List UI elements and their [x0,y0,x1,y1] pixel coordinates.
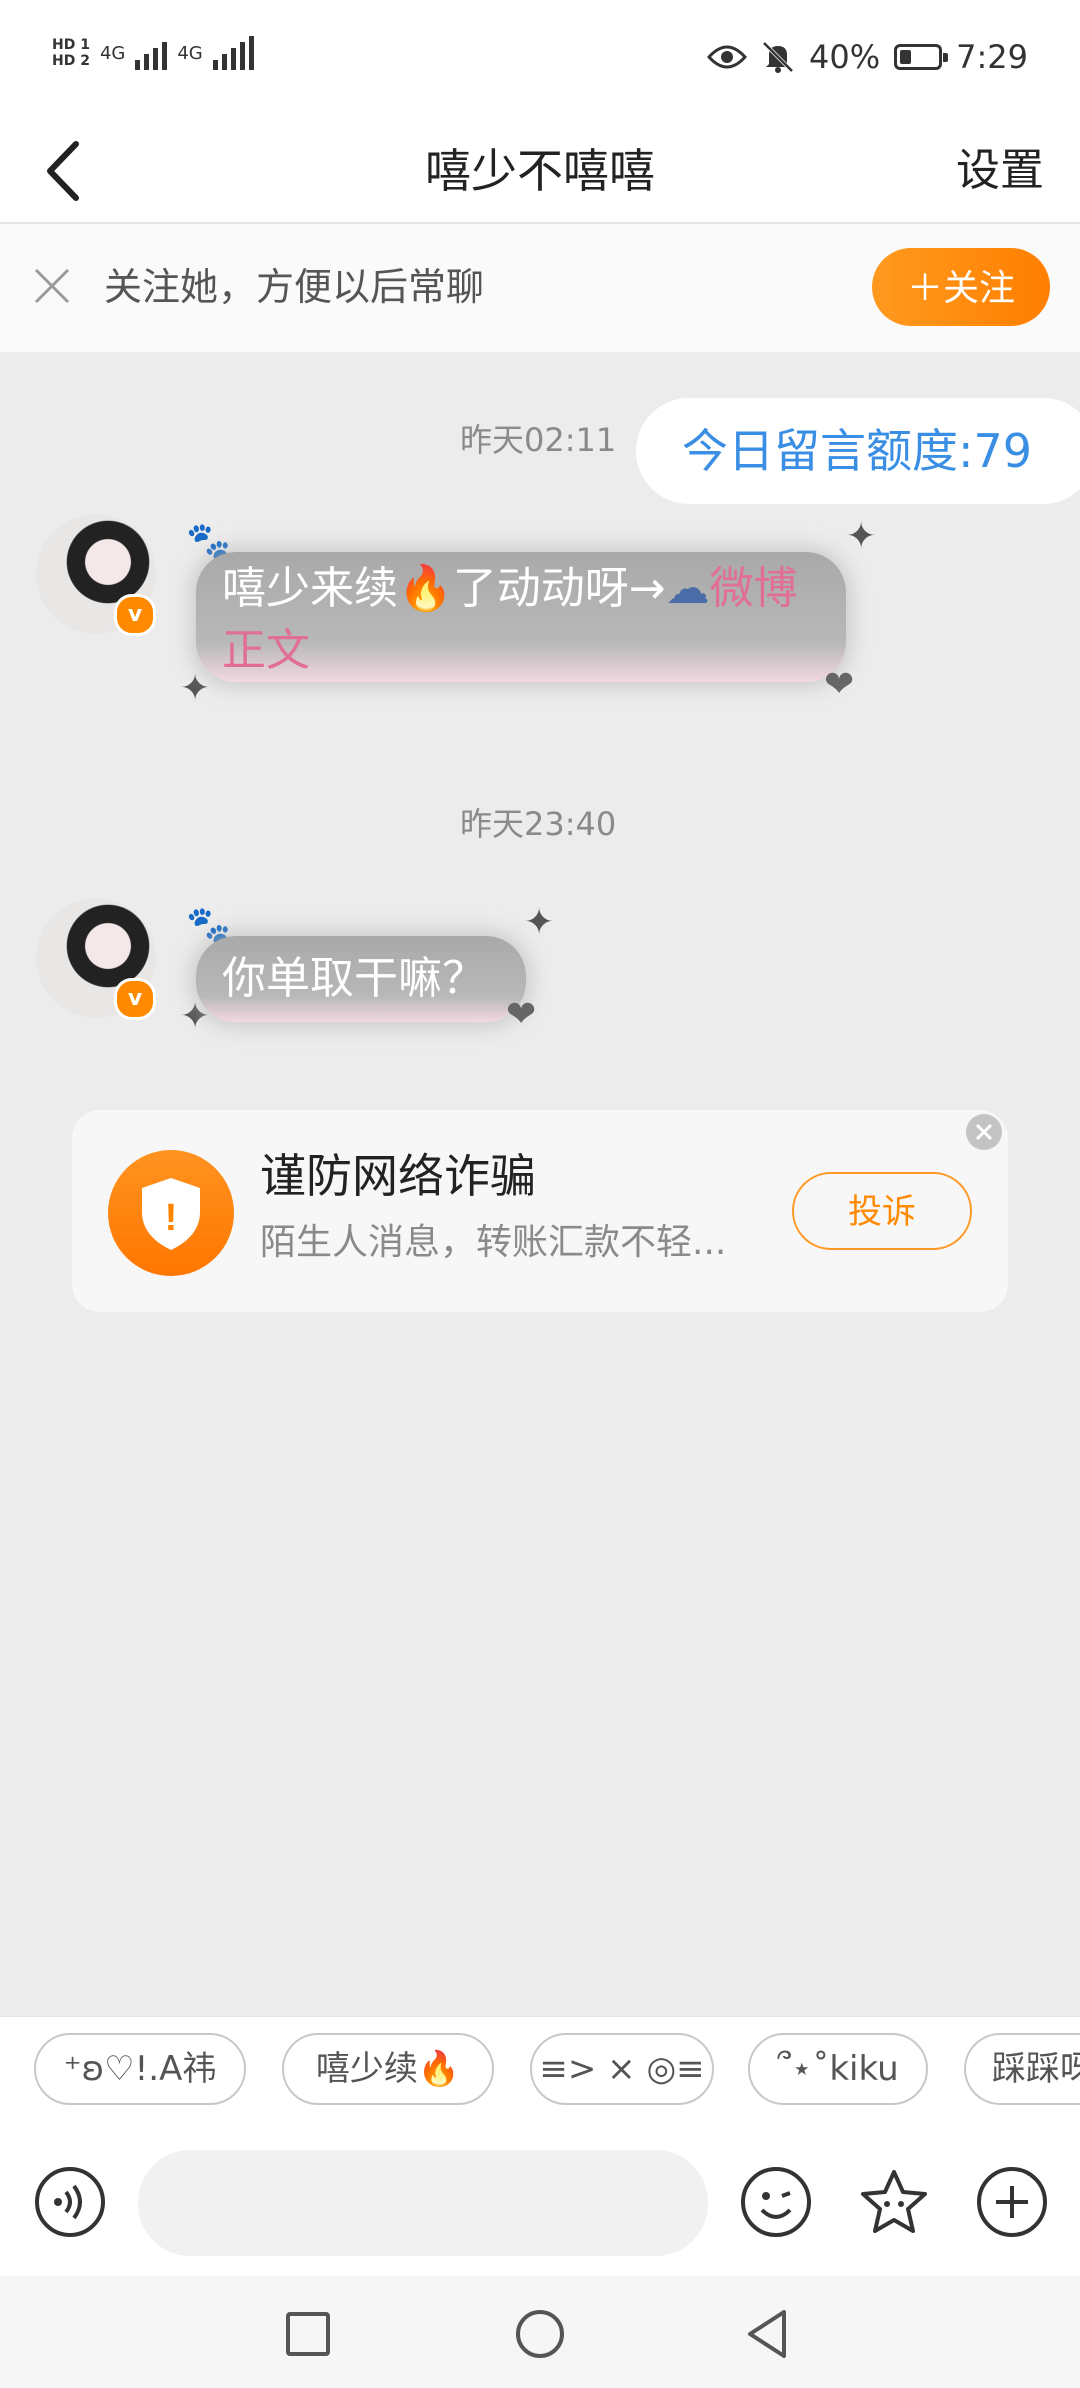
sticker-icon[interactable] [858,2166,930,2238]
cloud-icon: ☁ [665,563,710,614]
shield-icon: ! [108,1150,234,1276]
verified-badge: v [114,594,156,636]
signal-icon [135,36,168,70]
report-button[interactable]: 投诉 [792,1172,972,1250]
shield-glyph: ! [142,1178,200,1250]
battery-percent: 40% [809,38,881,76]
page-title: 嘻少不嘻嘻 [425,144,655,198]
fraud-warning-card: ! 谨防网络诈骗 陌生人消息，转账汇款不轻... 投诉 [72,1110,1008,1312]
hd-icon: HD 1 HD 2 [52,37,90,69]
quick-reply-chip[interactable]: ⁺ʚ♡!.A祎 [34,2033,246,2105]
fraud-title: 谨防网络诈骗 [260,1149,536,1203]
back-nav-icon[interactable] [744,2308,792,2360]
add-icon[interactable] [976,2166,1048,2238]
close-icon[interactable] [30,264,74,308]
message-text: 嘻少来续🔥了动动呀→ [222,563,666,614]
message-text: 你单取干嘛？ [222,953,486,1004]
emoji-icon[interactable] [740,2166,812,2238]
signal-indicators: HD 1 HD 2 4G 4G [52,36,254,70]
settings-button[interactable]: 设置 [956,136,1044,206]
bell-off-icon [762,41,794,73]
message-bubble[interactable]: 你单取干嘛？ [196,936,526,1022]
chat-header: 嘻少不嘻嘻 设置 [0,118,1080,224]
close-icon[interactable] [966,1114,1002,1150]
follow-banner: 关注她，方便以后常聊 ＋关注 [0,224,1080,352]
follow-button[interactable]: ＋关注 [872,248,1050,326]
home-icon[interactable] [514,2308,566,2360]
network-type-2: 4G [177,42,203,64]
quick-reply-chip[interactable]: 嘻少续🔥 [282,2033,494,2105]
network-type-1: 4G [99,42,126,64]
quick-reply-chip[interactable]: ≡> × ◎≡ [530,2033,714,2105]
message-input[interactable] [138,2150,708,2256]
follow-prompt: 关注她，方便以后常聊 [104,265,485,309]
timestamp: 昨天23:40 [460,805,617,843]
quick-reply-bar: ⁺ʚ♡!.A祎 嘻少续🔥 ≡> × ◎≡ ՞⋆˚kiku 踩踩呀 [0,2016,1080,2141]
quick-reply-chip[interactable]: 踩踩呀 [964,2033,1080,2105]
clock: 7:29 [956,38,1028,76]
quick-reply-chip[interactable]: ՞⋆˚kiku [748,2033,928,2105]
shield-glyph-text: ! [165,1197,178,1239]
sparkle-icon: ✦ [524,902,555,943]
quota-badge: 今日留言额度:79 [636,398,1080,504]
status-bar: HD 1 HD 2 4G 4G 40% 7:29 [0,0,1080,118]
sparkle-icon: ✦ [180,668,211,709]
heart-icon: ❤ [506,994,537,1035]
sparkle-icon: ✦ [846,516,877,557]
input-bar [0,2140,1080,2276]
eye-icon [707,45,748,69]
status-right: 40% 7:29 [707,38,1028,76]
fraud-description: 陌生人消息，转账汇款不轻... [260,1222,727,1263]
timestamp: 昨天02:11 [460,421,617,459]
recent-apps-icon[interactable] [284,2310,332,2358]
signal-icon [212,36,254,70]
heart-icon: ❤ [824,664,855,705]
verified-badge: v [114,978,156,1020]
battery-icon [894,44,949,70]
voice-icon[interactable] [34,2166,106,2238]
message-bubble[interactable]: 嘻少来续🔥了动动呀→☁微博正文 [196,552,846,682]
battery-level [900,50,911,64]
system-nav-bar [0,2276,1080,2388]
